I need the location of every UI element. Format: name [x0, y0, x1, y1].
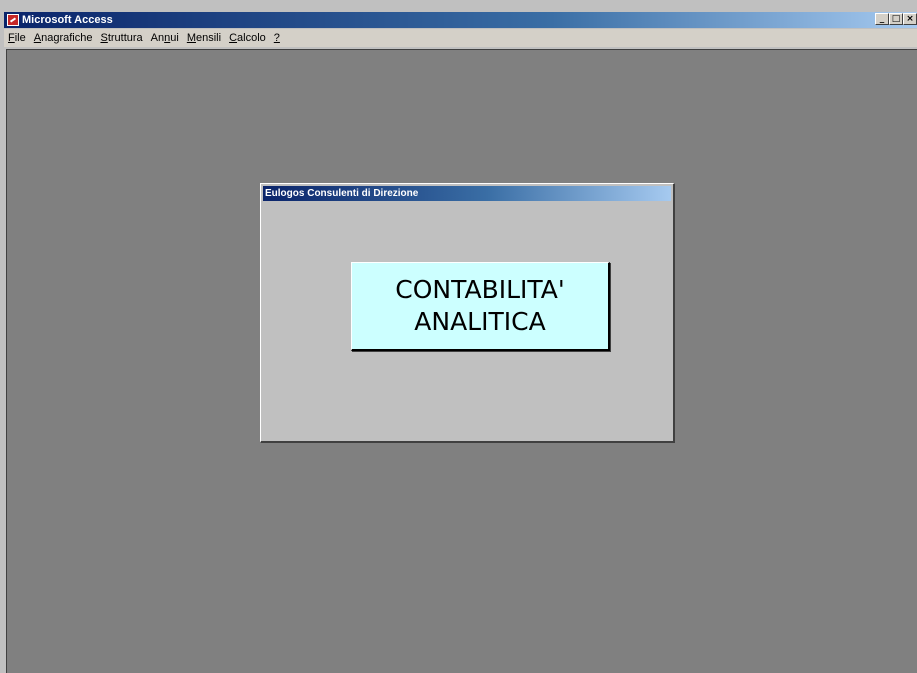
- access-app-icon[interactable]: [7, 14, 19, 26]
- menu-annui[interactable]: Annui: [147, 32, 183, 44]
- access-application-window: Microsoft Access _ □ × File Anagrafiche …: [0, 0, 917, 673]
- menu-struttura[interactable]: Struttura: [96, 32, 146, 44]
- window-controls: _ □ ×: [875, 13, 917, 25]
- banner-line-2: ANALITICA: [414, 307, 546, 336]
- menu-mensili[interactable]: Mensili: [183, 32, 225, 44]
- menu-calcolo[interactable]: Calcolo: [225, 32, 270, 44]
- menu-bar: File Anagrafiche Struttura Annui Mensili…: [4, 29, 917, 47]
- menu-anagrafiche[interactable]: Anagrafiche: [30, 32, 97, 44]
- close-button[interactable]: ×: [903, 13, 917, 25]
- title-bar[interactable]: Microsoft Access _ □ ×: [4, 12, 917, 28]
- window-title: Microsoft Access: [22, 14, 113, 26]
- splash-banner: CONTABILITA' ANALITICA: [351, 262, 610, 351]
- menu-help[interactable]: ?: [270, 32, 284, 44]
- menu-file[interactable]: File: [4, 32, 30, 44]
- banner-line-1: CONTABILITA': [395, 275, 565, 304]
- form-title-bar[interactable]: Eulogos Consulenti di Direzione: [263, 186, 671, 201]
- restore-button[interactable]: □: [889, 13, 903, 25]
- minimize-button[interactable]: _: [875, 13, 889, 25]
